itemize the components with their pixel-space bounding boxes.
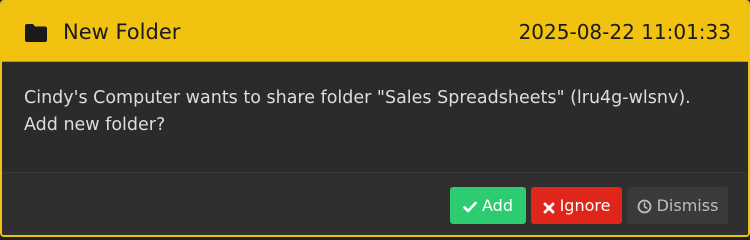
- add-button[interactable]: Add: [450, 187, 526, 224]
- dismiss-button[interactable]: Dismiss: [627, 187, 728, 224]
- ignore-button-label: Ignore: [559, 196, 611, 215]
- notification-body: Cindy's Computer wants to share folder "…: [2, 62, 748, 172]
- notification-message: Cindy's Computer wants to share folder "…: [24, 88, 691, 135]
- notification-timestamp: 2025-08-22 11:01:33: [518, 20, 731, 44]
- add-button-label: Add: [482, 196, 513, 215]
- clock-icon: [637, 199, 651, 214]
- times-icon: [543, 202, 554, 214]
- notification-header: New Folder 2025-08-22 11:01:33: [2, 2, 748, 62]
- check-icon: [463, 201, 477, 213]
- notification-title: New Folder: [63, 20, 181, 44]
- notification-panel: New Folder 2025-08-22 11:01:33 Cindy's C…: [0, 0, 750, 237]
- dismiss-button-label: Dismiss: [656, 196, 719, 215]
- ignore-button[interactable]: Ignore: [531, 187, 622, 224]
- folder-icon: [25, 24, 47, 42]
- notification-footer: Add Ignore Dismiss: [2, 172, 748, 235]
